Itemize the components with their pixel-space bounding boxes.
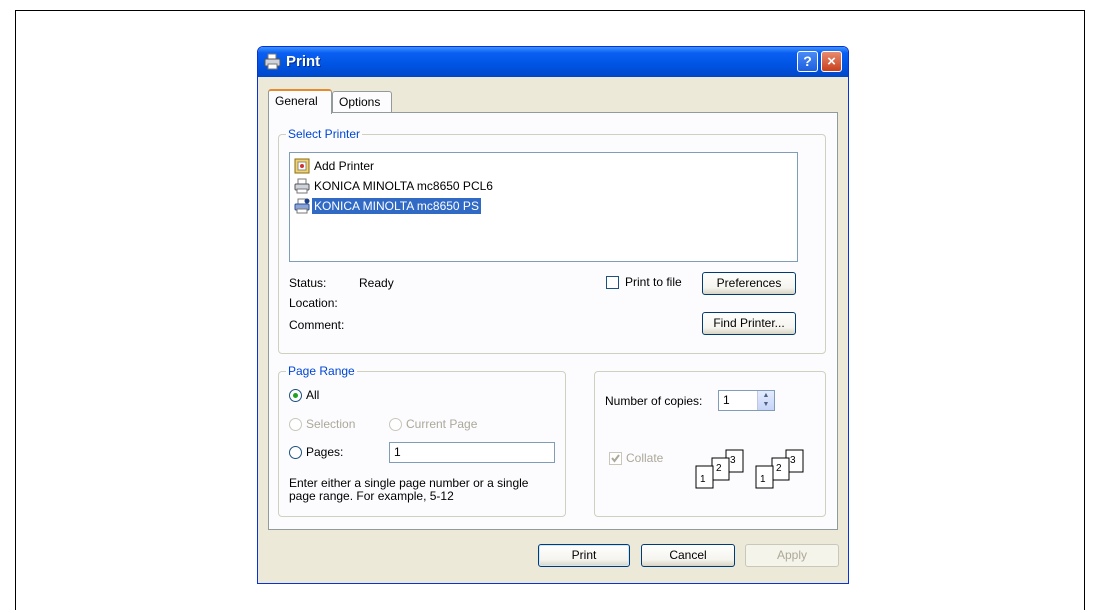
find-printer-button[interactable]: Find Printer... [702,312,796,335]
select-printer-label: Select Printer [286,127,363,141]
printer-item-ps[interactable]: KONICA MINOLTA mc8650 PS [294,197,481,215]
tab-options[interactable]: Options [332,91,392,113]
printer-icon [264,53,281,70]
print-dialog: Print ? × General Options Select Printer… [257,46,849,584]
collate-checkbox [609,452,622,465]
add-printer-icon [294,158,310,174]
close-button[interactable]: × [821,51,842,72]
location-label: Location: [289,296,338,310]
comment-label: Comment: [289,318,345,332]
tab-general[interactable]: General [268,89,332,114]
page-range-label: Page Range [286,364,357,378]
radio-current-page-label: Current Page [406,417,478,431]
svg-text:2: 2 [776,463,782,474]
status-value: Ready [359,276,394,290]
printer-item-label: Add Printer [314,159,375,173]
copies-spinner[interactable]: ▲ ▼ [757,391,774,410]
page-range-hint: Enter either a single page number or a s… [289,476,529,490]
number-of-copies-label: Number of copies: [605,394,703,408]
general-tab-panel: Select Printer Add Printer KONICA MINOLT… [268,112,838,530]
radio-pages-label[interactable]: Pages: [306,445,343,459]
print-to-file-label[interactable]: Print to file [625,275,682,289]
copies-input[interactable]: 1 ▲ ▼ [718,390,775,411]
svg-text:1: 1 [700,474,706,485]
help-button[interactable]: ? [797,51,818,72]
page-range-group: Page Range All Selection Current Page Pa… [278,364,566,517]
copies-value: 1 [723,393,730,407]
collate-pages-illustration: 3 2 1 3 2 1 [695,449,804,489]
printer-item-pcl6[interactable]: KONICA MINOLTA mc8650 PCL6 [294,177,495,195]
printer-icon [294,178,310,194]
svg-text:3: 3 [790,455,796,466]
collate-label: Collate [626,451,664,465]
cancel-button[interactable]: Cancel [641,544,735,567]
radio-all-label[interactable]: All [306,388,319,402]
radio-all[interactable] [289,389,302,402]
dialog-title: Print [286,53,321,70]
copies-group: Number of copies: 1 ▲ ▼ Collate 3 2 1 3 … [594,371,826,517]
print-to-file-checkbox[interactable] [606,276,619,289]
radio-selection-label: Selection [306,417,356,431]
apply-button: Apply [745,544,839,567]
printer-item-add-printer[interactable]: Add Printer [294,157,376,175]
pages-input[interactable]: 1 [389,442,555,463]
printer-icon [294,198,310,214]
radio-pages[interactable] [289,446,302,459]
print-button[interactable]: Print [538,544,630,567]
svg-text:2: 2 [716,463,722,474]
preferences-button[interactable]: Preferences [702,272,796,295]
printer-item-label: KONICA MINOLTA mc8650 PCL6 [314,179,493,193]
printer-item-label: KONICA MINOLTA mc8650 PS [312,198,481,214]
svg-text:3: 3 [730,455,736,466]
radio-current-page [389,418,402,431]
page-range-hint-example: page range. For example, 5-12 [289,489,454,503]
title-bar[interactable]: Print ? × [258,47,848,77]
checkmark-icon [611,454,620,463]
printer-list[interactable]: Add Printer KONICA MINOLTA mc8650 PCL6 K… [289,152,798,262]
radio-selection [289,418,302,431]
select-printer-group: Select Printer Add Printer KONICA MINOLT… [278,127,826,354]
status-label: Status: [289,276,327,290]
svg-text:1: 1 [760,474,766,485]
